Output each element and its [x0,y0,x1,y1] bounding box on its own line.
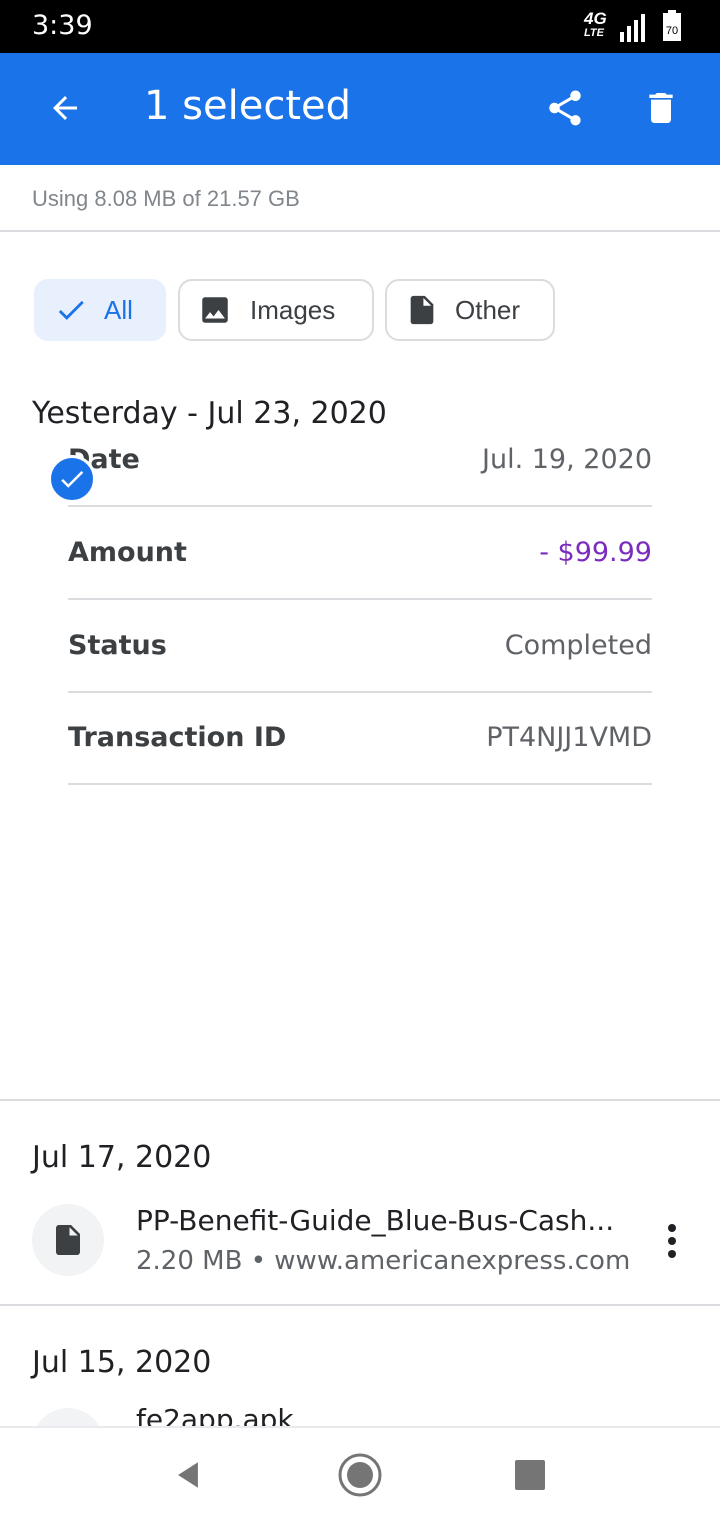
receipt-row: Date Jul. 19, 2020 [68,414,652,507]
status-time: 3:39 [32,10,93,41]
section-date: Jul 15, 2020 [32,1345,212,1380]
back-button[interactable] [40,83,90,133]
check-icon [61,470,84,488]
nav-recents-icon [515,1460,545,1490]
file-meta: 2.20 MB • www.americanexpress.com [136,1246,631,1276]
share-button[interactable] [540,83,590,133]
share-icon [549,90,581,126]
receipt-label: Amount [68,537,187,568]
nav-home-icon [338,1453,382,1497]
nav-recents-button[interactable] [505,1450,555,1500]
filter-chip-label: Other [455,294,521,325]
page-title: 1 selected [144,83,352,129]
battery-level: 70 [666,25,678,37]
delete-icon [649,93,673,123]
receipt-row: Transaction ID PT4NJJ1VMD [68,692,652,785]
selected-check-badge[interactable] [48,455,96,503]
network-subtype: LTE [584,27,604,39]
filter-chip-images[interactable]: Images [178,279,374,341]
system-nav-bar [0,1426,720,1520]
app-bar: 1 selected [0,53,720,165]
divider [0,1099,720,1101]
receipt-value: PT4NJJ1VMD [486,722,652,753]
nav-back-button[interactable] [163,1450,213,1500]
filter-chip-other[interactable]: Other [385,279,555,341]
more-vert-icon [668,1224,676,1258]
filter-chip-label: Images [250,294,336,325]
receipt-value: Jul. 19, 2020 [482,444,652,475]
storage-usage-text: Using 8.08 MB of 21.57 GB [32,186,300,211]
check-icon [58,300,84,320]
file-thumbnail [32,1204,104,1276]
status-bar: 3:39 4G LTE 70 [0,0,720,53]
file-icon [56,1225,80,1255]
section-date: Jul 17, 2020 [32,1140,212,1175]
divider [0,1304,720,1306]
delete-button[interactable] [636,83,686,133]
receipt-row: Amount - $99.99 [68,507,652,600]
receipt-label: Status [68,630,167,661]
signal-icon [620,14,645,42]
filter-chip-all[interactable]: All [34,279,166,341]
receipt-label: Transaction ID [68,722,287,753]
filter-chip-label: All [104,294,133,325]
file-icon [410,295,434,325]
file-name: PP-Benefit-Guide_Blue-Bus-Cash... [136,1204,615,1237]
nav-back-icon [178,1462,198,1488]
divider [0,230,720,232]
back-arrow-icon [53,96,77,120]
receipt-value: - $99.99 [539,537,652,568]
receipt-row: Status Completed [68,600,652,693]
image-icon [202,297,228,323]
nav-home-button[interactable] [335,1450,385,1500]
network-indicator: 4G LTE [584,10,607,40]
battery-icon: 70 [662,10,682,42]
receipt-value: Completed [504,630,652,661]
more-options-button[interactable] [652,1218,692,1264]
